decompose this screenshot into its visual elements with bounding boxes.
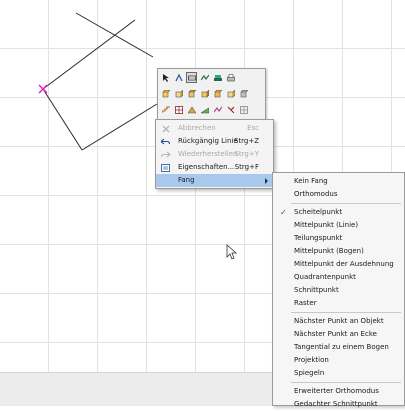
submenu-item-midpoint-line[interactable]: Mittelpunkt (Linie) [273, 219, 404, 232]
submenu-item-label: Quadrantenpunkt [294, 273, 356, 281]
tool-palette-row [160, 70, 236, 85]
checkmark-icon: ✓ [280, 208, 287, 217]
submenu-item-ortho-mode[interactable]: Orthomodus [273, 188, 404, 201]
submenu-item-label: Erweiterter Orthomodus [294, 387, 379, 395]
cube-3-icon[interactable] [186, 88, 197, 99]
submenu-item-midpoint-arc[interactable]: Mittelpunkt (Bogen) [273, 245, 404, 258]
submenu-item-label: Raster [294, 299, 317, 307]
grid-tool-icon[interactable] [238, 104, 249, 115]
submenu-item-intersection[interactable]: Schnittpunkt [273, 284, 404, 297]
line-tool-icon[interactable] [173, 72, 184, 83]
submenu-item-midpoint-extent[interactable]: Mittelpunkt der Ausdehnung [273, 258, 404, 271]
submenu-item-label: Nächster Punkt an Ecke [294, 330, 377, 338]
submenu-item-label: Teilungspunkt [294, 234, 343, 242]
tool-palette-row [160, 102, 249, 117]
snap-tool-icon[interactable] [199, 72, 210, 83]
menu-item-shortcut: Strg+Y [234, 150, 259, 158]
submenu-item-label: Projektion [294, 356, 329, 364]
print-icon[interactable] [225, 72, 236, 83]
submenu-item-quadrant-point[interactable]: Quadrantenpunkt [273, 271, 404, 284]
menu-item-label: Fang [178, 176, 195, 184]
dimension-icon[interactable] [212, 104, 223, 115]
cube-5-icon[interactable] [212, 88, 223, 99]
drawn-line-segment[interactable] [42, 19, 136, 90]
menu-item-label: Eigenschaften... [178, 163, 235, 171]
submenu-item-mirror[interactable]: Spiegeln [273, 367, 404, 380]
menu-item-properties[interactable]: Eigenschaften... Strg+F [156, 161, 273, 174]
submenu-item-label: Schnittpunkt [294, 286, 339, 294]
submenu-item-label: Tangential zu einem Bogen [294, 343, 389, 351]
undo-icon [161, 137, 170, 146]
snap-submenu: Kein Fang Orthomodus ✓ Scheitelpunkt Mit… [272, 172, 405, 408]
trim-icon[interactable] [225, 104, 236, 115]
menu-separator [291, 203, 401, 204]
cube-4-icon[interactable] [199, 88, 210, 99]
menu-item-cancel[interactable]: Abbrechen Esc [156, 122, 273, 135]
cube-1-icon[interactable] [160, 88, 171, 99]
menu-item-label: Wiederherstellen [178, 150, 238, 158]
menu-item-shortcut: Strg+F [234, 163, 259, 171]
submenu-item-nearest-on-object[interactable]: Nächster Punkt an Objekt [273, 315, 404, 328]
cancel-icon [161, 124, 170, 133]
submenu-item-nearest-on-corner[interactable]: Nächster Punkt an Ecke [273, 328, 404, 341]
submenu-item-vertex[interactable]: ✓ Scheitelpunkt [273, 206, 404, 219]
submenu-item-grid[interactable]: Raster [273, 297, 404, 310]
submenu-item-projection[interactable]: Projektion [273, 354, 404, 367]
menu-item-snap[interactable]: Fang [156, 174, 273, 187]
menu-item-label: Rückgängig Linie [178, 137, 238, 145]
cube-7-icon[interactable] [238, 88, 249, 99]
submenu-item-label: Mittelpunkt (Linie) [294, 221, 359, 229]
menu-separator [291, 382, 401, 383]
table-icon[interactable] [173, 104, 184, 115]
submenu-item-label: Kein Fang [294, 177, 328, 185]
menu-item-shortcut: Esc [247, 124, 259, 132]
redo-icon [161, 150, 170, 159]
crosshair-marker [38, 84, 48, 94]
cube-2-icon[interactable] [173, 88, 184, 99]
cube-6-icon[interactable] [225, 88, 236, 99]
submenu-item-label: Orthomodus [294, 190, 338, 198]
roof-icon[interactable] [186, 104, 197, 115]
menu-item-label: Abbrechen [178, 124, 216, 132]
slope-icon[interactable] [199, 104, 210, 115]
layer-tool-icon[interactable] [212, 72, 223, 83]
menu-separator [291, 312, 401, 313]
submenu-item-label: Mittelpunkt (Bogen) [294, 247, 364, 255]
pointer-icon[interactable] [160, 72, 171, 83]
mouse-cursor-icon [226, 244, 238, 260]
wall-tool-icon[interactable] [186, 72, 197, 83]
properties-icon [161, 163, 170, 172]
submenu-item-division-point[interactable]: Teilungspunkt [273, 232, 404, 245]
submenu-item-label: Scheitelpunkt [294, 208, 343, 216]
menu-item-redo[interactable]: Wiederherstellen Strg+Y [156, 148, 273, 161]
submenu-item-label: Mittelpunkt der Ausdehnung [294, 260, 394, 268]
submenu-item-label: Spiegeln [294, 369, 325, 377]
submenu-item-label: Nächster Punkt an Objekt [294, 317, 384, 325]
submenu-item-no-snap[interactable]: Kein Fang [273, 175, 404, 188]
submenu-arrow-icon [265, 178, 268, 184]
submenu-item-extended-ortho[interactable]: Erweiterter Orthomodus [273, 385, 404, 398]
menu-item-undo[interactable]: Rückgängig Linie Strg+Z [156, 135, 273, 148]
stairs-icon[interactable] [160, 104, 171, 115]
drawn-line-segment[interactable] [42, 88, 83, 151]
submenu-item-tangent-arc[interactable]: Tangential zu einem Bogen [273, 341, 404, 354]
drawn-line-segment[interactable] [81, 103, 158, 151]
tool-palette-row [160, 86, 249, 101]
tool-palette [157, 68, 266, 122]
context-menu: Abbrechen Esc Rückgängig Linie Strg+Z Wi… [155, 119, 274, 189]
menu-item-shortcut: Strg+Z [233, 137, 259, 145]
